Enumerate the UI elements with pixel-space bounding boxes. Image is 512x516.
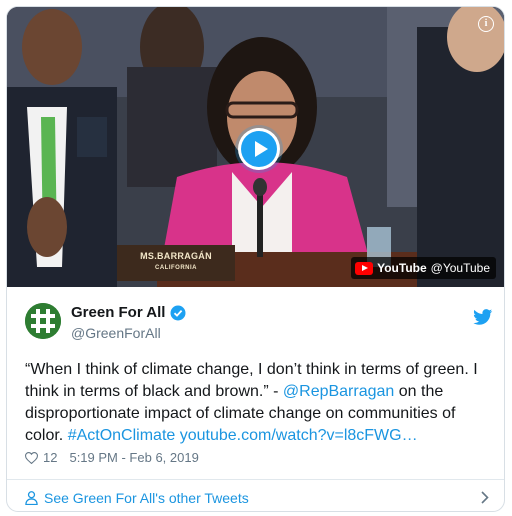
youtube-badge[interactable]: YouTube @YouTube	[351, 257, 496, 279]
author-name-row[interactable]: Green For All	[71, 304, 186, 321]
nameplate: MS.BARRAGÁN CALIFORNIA	[117, 245, 235, 281]
person-icon	[25, 491, 38, 505]
avatar[interactable]	[25, 303, 61, 339]
tweet-text: “When I think of climate change, I don’t…	[25, 359, 493, 447]
heart-icon[interactable]	[25, 451, 38, 464]
hashtag-link[interactable]: #ActOnClimate	[68, 427, 176, 444]
url-link[interactable]: youtube.com/watch?v=l8cFWG…	[180, 427, 418, 444]
video-thumbnail[interactable]: MS.BARRAGÁN CALIFORNIA i YouTube @YouTub…	[7, 7, 504, 287]
nameplate-name: MS.BARRAGÁN	[140, 251, 212, 261]
mention-link[interactable]: @RepBarragan	[283, 383, 394, 400]
author-name[interactable]: Green For All	[71, 304, 165, 321]
youtube-brand: YouTube	[377, 261, 427, 275]
see-other-tweets-label[interactable]: See Green For All's other Tweets	[44, 490, 249, 506]
nameplate-state: CALIFORNIA	[155, 265, 197, 271]
play-button[interactable]	[238, 128, 280, 170]
author-handle[interactable]: @GreenForAll	[71, 325, 161, 341]
youtube-channel: @YouTube	[430, 261, 490, 275]
twitter-bird-icon[interactable]	[473, 309, 493, 326]
youtube-icon	[355, 261, 374, 275]
tweet-timestamp[interactable]: 5:19 PM - Feb 6, 2019	[69, 450, 198, 465]
footer-divider	[7, 479, 504, 480]
info-icon[interactable]: i	[478, 16, 494, 32]
chevron-right-icon	[481, 491, 489, 504]
embedded-tweet-card: MS.BARRAGÁN CALIFORNIA i YouTube @YouTub…	[6, 6, 505, 512]
verified-badge-icon	[170, 305, 186, 320]
see-other-tweets-link[interactable]: See Green For All's other Tweets	[25, 488, 489, 508]
tweet-meta: 12 5:19 PM - Feb 6, 2019	[25, 450, 199, 465]
like-count[interactable]: 12	[43, 450, 57, 465]
play-button-circle	[241, 131, 277, 167]
tweet-header: Green For All @GreenForAll	[25, 303, 495, 347]
play-icon	[255, 141, 268, 157]
avatar-logo-icon	[25, 303, 61, 339]
